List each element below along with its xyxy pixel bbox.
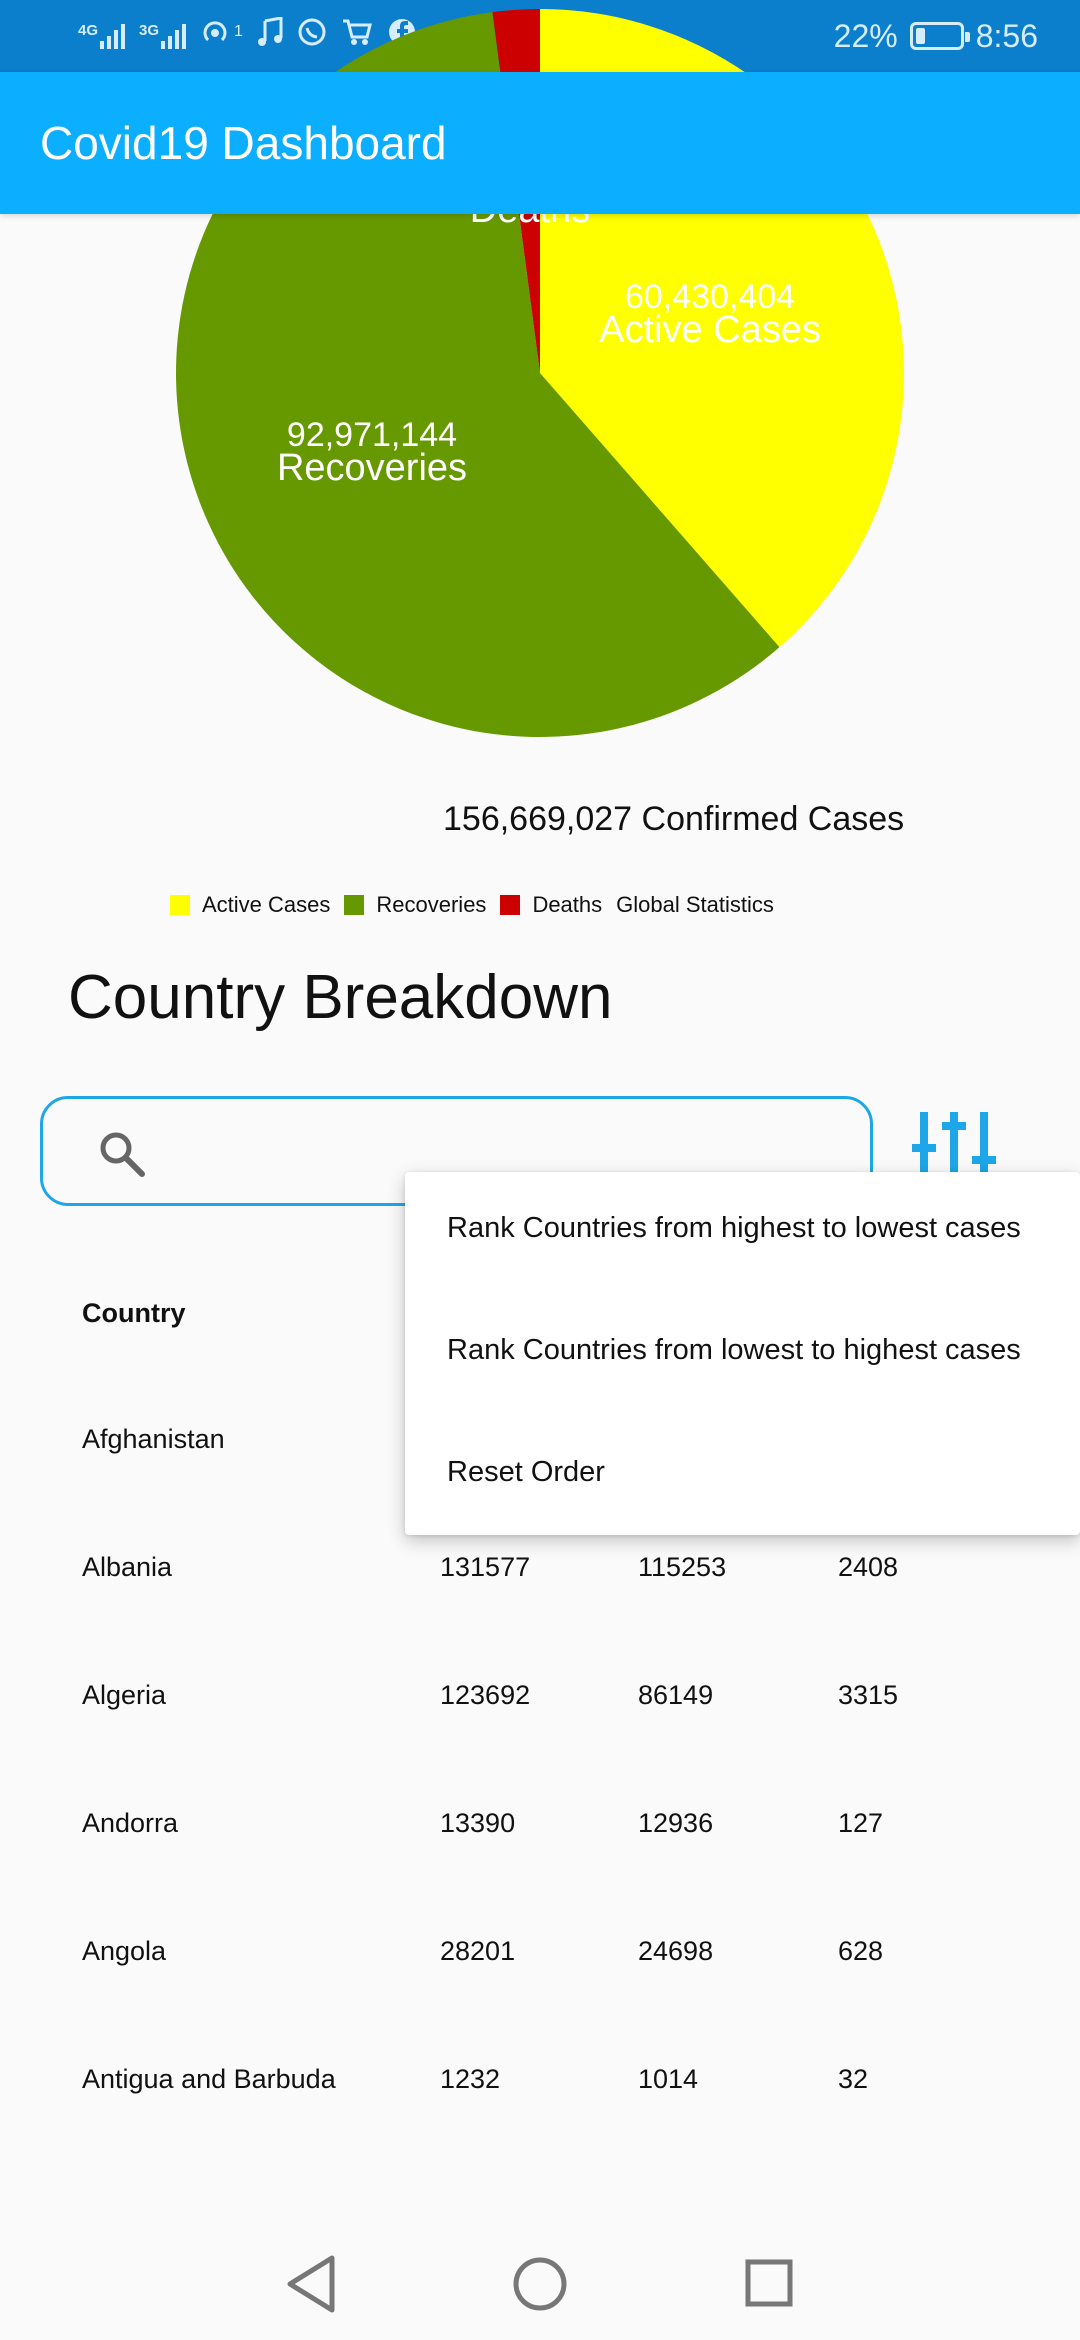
cell-confirmed: 131577	[440, 1552, 531, 1582]
back-button[interactable]	[282, 2252, 338, 2321]
cell-deaths: 32	[838, 2064, 869, 2094]
legend-item-active: Active Cases	[170, 892, 330, 918]
legend-item-recoveries: Recoveries	[344, 892, 486, 918]
section-title: Country Breakdown	[68, 963, 613, 1032]
cell-deaths: 127	[838, 1808, 884, 1838]
app-bar: Covid19 Dashboard	[0, 72, 1080, 214]
recents-button[interactable]	[742, 2252, 798, 2321]
cell-recovered: 12936	[638, 1808, 714, 1838]
sort-menu: Rank Countries from highest to lowest ca…	[405, 1172, 1080, 1535]
table-row[interactable]: Albania 131577 115253 2408	[0, 1552, 1080, 1612]
header-country: Country	[82, 1298, 186, 1328]
pie-slice-label: Recoveries	[277, 447, 467, 489]
cell-deaths: 628	[838, 1936, 884, 1966]
cell-country: Andorra	[82, 1808, 179, 1838]
legend-swatch-recoveries	[344, 895, 365, 915]
sort-filter-button[interactable]	[912, 1108, 996, 1176]
table-row[interactable]: Algeria 123692 86149 3315	[0, 1680, 1080, 1740]
legend-swatch-deaths	[500, 895, 521, 915]
cell-country: Angola	[82, 1936, 167, 1966]
legend-swatch-active	[170, 895, 190, 915]
cell-confirmed: 28201	[440, 1936, 516, 1966]
legend-label-active: Active Cases	[202, 892, 331, 917]
legend-label-deaths: Deaths	[532, 892, 603, 917]
confirmed-cases-total: 156,669,027 Confirmed Cases	[443, 800, 905, 838]
table-row[interactable]: Antigua and Barbuda 1232 1014 32	[0, 2064, 1080, 2124]
recents-square-icon	[745, 2259, 793, 2307]
pie-slice-label: Active Cases	[599, 309, 821, 351]
back-triangle-icon	[287, 2255, 335, 2313]
menu-item-lowest-to-highest[interactable]: Rank Countries from lowest to highest ca…	[447, 1334, 1021, 1367]
table-row[interactable]: Andorra 13390 12936 127	[0, 1808, 1080, 1868]
navigation-bar	[0, 2230, 1080, 2340]
search-icon	[100, 1132, 145, 1177]
menu-item-highest-to-lowest[interactable]: Rank Countries from highest to lowest ca…	[447, 1212, 1021, 1245]
cell-recovered: 1014	[638, 2064, 699, 2094]
sliders-icon	[912, 1112, 996, 1176]
cell-confirmed: 13390	[440, 1808, 516, 1838]
legend-label-recoveries: Recoveries	[376, 892, 487, 917]
menu-item-reset-order[interactable]: Reset Order	[447, 1456, 605, 1489]
cell-country: Algeria	[82, 1680, 167, 1710]
cell-recovered: 115253	[638, 1552, 727, 1582]
cell-country: Antigua and Barbuda	[82, 2064, 336, 2094]
cell-country: Afghanistan	[82, 1424, 225, 1454]
table-row[interactable]: Angola 28201 24698 628	[0, 1936, 1080, 1996]
app-title: Covid19 Dashboard	[40, 117, 447, 169]
cell-deaths: 2408	[838, 1552, 899, 1582]
home-button[interactable]	[512, 2252, 568, 2321]
cell-country: Albania	[82, 1552, 173, 1582]
cell-deaths: 3315	[838, 1680, 899, 1710]
cell-confirmed: 123692	[440, 1680, 531, 1710]
chart-legend: Active Cases Recoveries Deaths Global St…	[170, 892, 774, 918]
home-circle-icon	[513, 2257, 567, 2311]
legend-item-deaths: Deaths	[500, 892, 602, 918]
chart-title: Global Statistics	[616, 892, 774, 917]
cell-recovered: 24698	[638, 1936, 714, 1966]
cell-recovered: 86149	[638, 1680, 714, 1710]
cell-confirmed: 1232	[440, 2064, 501, 2094]
